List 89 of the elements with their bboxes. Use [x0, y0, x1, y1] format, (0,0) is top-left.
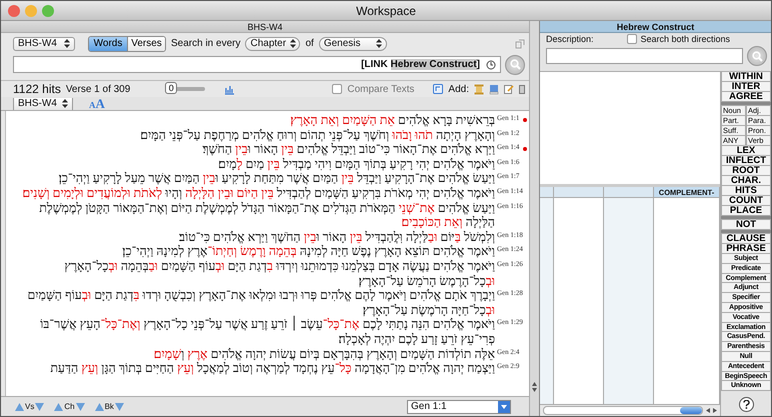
scroll-down-icon[interactable]	[532, 388, 537, 392]
zoom-button[interactable]	[42, 4, 54, 16]
step-label: Bk	[104, 402, 114, 411]
operator-button[interactable]: INFLECT	[721, 156, 771, 166]
close-button[interactable]	[8, 4, 20, 16]
help-button[interactable]	[738, 397, 754, 412]
select-arrows-icon	[290, 39, 296, 48]
down-triangle-icon[interactable]	[76, 402, 85, 410]
operator-button[interactable]: HITS	[721, 186, 771, 196]
operator-button[interactable]: ROOT	[721, 166, 771, 176]
operator-button[interactable]: PLACE	[721, 206, 771, 216]
verse-text: וְלִמְשֹׁל בַּיּוֹם וּבַלַּיְלָה וּֽלֲהַבְדִּיל בֵּין הָאוֹר וּבֵין הַחֹשֶׁךְ וַיַּרְא אֱלֹהִים כִּי־טוֹב׃	[178, 230, 495, 244]
search-in-label: Search in every	[171, 38, 240, 49]
panel-title: Hebrew Construct	[616, 22, 694, 32]
up-triangle-icon[interactable]	[94, 402, 104, 410]
up-triangle-icon[interactable]	[54, 402, 64, 410]
search-button[interactable]	[505, 54, 525, 74]
search-field[interactable]: [LINK Hebrew Construct]	[13, 56, 501, 73]
verse-text: וַיֹּאמֶר אֱלֹהִים הִנֵּה נָתַתִּי לָכֶם אֶת־כָּל־עֵשֶׂב ׀ זֹרֵעַ זֶרַע אֲשֶׁר עַל־פְּנֵי כָל־הָאָרֶץ וְאֶת־כָּל־הָעֵץ אֲשֶׁר־בּוֹ פְרִי־עֵץ זֹרֵעַ זָרַע לָכֶם יִהְיֶה לְאָכְלָה׃	[39, 317, 495, 346]
column-header[interactable]	[540, 187, 553, 198]
construct-canvas[interactable]	[540, 72, 720, 187]
verse-text: בְּרֵאשִׁית בָּרָא אֱלֹהִים אֵת הַשָּׁמַיִם וְאֵת הָאָרֶץ׃	[289, 113, 495, 128]
version-select[interactable]: BHS-W4	[13, 36, 75, 50]
verse-text: וַיְבָרֶךְ אֹתָם אֱלֹהִים וַיֹּאמֶר לָהֶם אֱלֹהִים פְּרוּ וּרְבוּ וּמִלְאוּ אֶת־הָאָרֶץ וְכִבְשֻׁהָ וּרְדוּ בִּדְגַת הַיָּם וּבְעוֹף הַשָּׁמַיִם וּבְכָל־חַיָּה הָרֹמֶשֶׂת עַל־הָאָרֶץ׃	[26, 288, 495, 317]
select-arrows-icon	[376, 39, 382, 48]
scroll-up-icon[interactable]	[532, 382, 537, 386]
document-icon[interactable]	[519, 84, 525, 94]
search-button[interactable]	[747, 46, 767, 66]
verse-text: וַיַּעַשׂ אֱלֹהִים אֶת־הָרָקִיעַ וַיַּבְדֵּל בֵּין הַמַּיִם אֲשֶׁר מִתַּחַת לָרָקִיעַ וּבֵין הַמַּיִם אֲשֶׁר מֵעַל לָרָקִיעַ וַיְהִי־כֵן׃	[58, 171, 495, 186]
verse-position: Verse 1 of 309	[66, 84, 130, 94]
compare-texts-label: Compare Texts	[347, 84, 414, 94]
operator-button[interactable]: INTER	[721, 82, 771, 92]
compare-texts-checkbox[interactable]	[332, 84, 342, 94]
bar-chart-icon[interactable]	[224, 84, 236, 94]
column-header[interactable]	[604, 187, 653, 198]
verse-text: וַיַּעַשׂ אֱלֹהִים אֶת־שְׁנֵי הַמְּאֹרֹת הַגְּדֹלִים אֶת־הַמָּאוֹר הַגָּדֹל לְמֶמְשֶׁלֶת הַיּוֹם וְאֶת־הַמָּאוֹר הַקָּטֹן לְמֶמְשֶׁלֶת הַלַּיְלָה וְאֵת הַכּוֹכָבִים׃	[38, 200, 495, 230]
question-mark-icon	[742, 400, 750, 409]
scroll-right-icon[interactable]	[713, 408, 717, 413]
down-triangle-icon[interactable]	[114, 402, 124, 410]
operator-button[interactable]: LEX	[721, 146, 771, 156]
both-directions-checkbox[interactable]	[627, 34, 638, 44]
window-title: Workspace	[356, 4, 416, 18]
range-select[interactable]: Chapter	[245, 36, 300, 50]
clock-icon[interactable]	[486, 60, 496, 70]
select-arrows-icon	[62, 99, 68, 108]
verse-text: וַיֹּאמֶר אֱלֹהִים נַעֲשֶׂה אָדָם בְּצַלְמֵנוּ כִּדְמוּתֵנוּ וְיִרְדּוּ בִדְגַת הַיָּם וּבְעוֹף הַשָּׁמַיִם וּבַבְּהֵמָה וּבְכָל־הָאָרֶץ וּבְכָל־הָרֶמֶשׂ הָרֹמֵשׂ עַל־הָאָרֶץ׃	[63, 258, 495, 288]
scroll-left-icon[interactable]	[706, 408, 710, 413]
window-layout-icon[interactable]	[515, 38, 525, 48]
verse-text: וְהָאָרֶץ הָיְתָה תֹהוּ וָבֹהוּ וְחֹשֶׁךְ עַל־פְּנֵי תְהוֹם וְרוּחַ אֱלֹהִים מְרַחֶפֶת עַל־פְּנֵי הַמָּיִם׃	[139, 128, 495, 142]
scrollbar-thumb[interactable]	[680, 407, 702, 414]
book-icon[interactable]	[489, 84, 499, 94]
reference-field[interactable]: Gen 1:1	[407, 400, 511, 414]
sync-icon[interactable]	[433, 84, 444, 94]
dropdown-arrow-icon	[64, 39, 70, 48]
zoom-slider-thumb[interactable]: 0	[165, 82, 178, 94]
module-title: BHS-W4	[247, 22, 282, 32]
text-version-select[interactable]: BHS-W4	[13, 98, 73, 110]
down-triangle-icon[interactable]	[35, 402, 44, 410]
dropdown-arrow-icon	[501, 404, 507, 408]
operator-button[interactable]: PHRASE	[721, 244, 771, 254]
operator-button[interactable]: COUNT	[721, 196, 771, 206]
column-header[interactable]	[554, 187, 603, 198]
both-directions-label: Search both directions	[640, 34, 730, 44]
hit-count: 1122 hits	[13, 82, 61, 96]
search-icon	[752, 50, 762, 62]
pencil-icon[interactable]	[504, 84, 514, 94]
operator-button[interactable]: CLAUSE	[721, 234, 771, 244]
verse-text: וַיַּרְא אֱלֹהִים אֶת־הָאוֹר כִּי־טוֹב וַיַּבְדֵּל אֱלֹהִים בֵּין הָאוֹר וּבֵין הַחֹשֶׁךְ׃	[201, 142, 495, 157]
verse-text: וַיֹּאמֶר אֱלֹהִים יְהִי מְאֹרֹת בִּרְקִיעַ הַשָּׁמַיִם לְהַבְדִּיל בֵּין הַיּוֹם וּבֵין הַלָּיְלָה וְהָיוּ לְאֹתֹת וּלְמוֹעֲדִים וּלְיָמִים וְשָׁנִים׃	[21, 186, 495, 201]
search-icon	[510, 59, 520, 70]
step-label: Vs	[25, 402, 34, 411]
operator-button[interactable]: CHAR.	[721, 176, 771, 186]
verse-text: וַיֹּאמֶר אֱלֹהִים תּוֹצֵא הָאָרֶץ נֶפֶשׁ חַיָּה לְמִינָהּ בְּהֵמָה וָרֶמֶשׂ וְחַיְתוֹ־אֶרֶץ לְמִינָהּ וַיְהִי־כֵן׃	[121, 244, 495, 259]
operator-button[interactable]: WITHIN	[721, 72, 771, 82]
operator-button[interactable]: NOT	[721, 220, 771, 230]
description-label: Description:	[546, 34, 594, 44]
verse-text: וַיֹּאמֶר אֱלֹהִים יְהִי רָקִיעַ בְּתוֹךְ הַמָּיִם וִיהִי מַבְדִּיל בֵּין מַיִם לָמָיִם׃	[217, 156, 495, 172]
verse-text: אֵלֶּה תוֹלְדוֹת הַשָּׁמַיִם וְהָאָרֶץ בְּהִבָּרְאָם בְּיוֹם עֲשׂוֹת יְהוָה אֱלֹהִים אֶרֶץ וְשָׁמָיִם׃	[152, 346, 495, 362]
add-label: Add:	[448, 84, 469, 94]
operator-button[interactable]: AGREE	[721, 92, 771, 102]
mode-tab[interactable]: Words	[89, 36, 127, 50]
step-label: Ch	[64, 402, 75, 411]
description-field[interactable]	[546, 48, 743, 64]
of-label: of	[305, 38, 314, 49]
verse-text: וַיַּצְמַח יְהוָה אֱלֹהִים מִן־הָאֲדָמָה כָּל־עֵץ נֶחְמָד לְמַרְאֶה וְטוֹב לְמַאֲכָל וְעֵץ הַחַיִּים בְּתוֹךְ הַגָּן וְעֵץ הַדַּעַת	[49, 361, 495, 376]
up-triangle-icon[interactable]	[15, 402, 24, 410]
book-select[interactable]: Genesis	[318, 36, 387, 50]
scroll-icon[interactable]	[474, 84, 484, 94]
mode-tab[interactable]: Verses	[127, 36, 165, 50]
